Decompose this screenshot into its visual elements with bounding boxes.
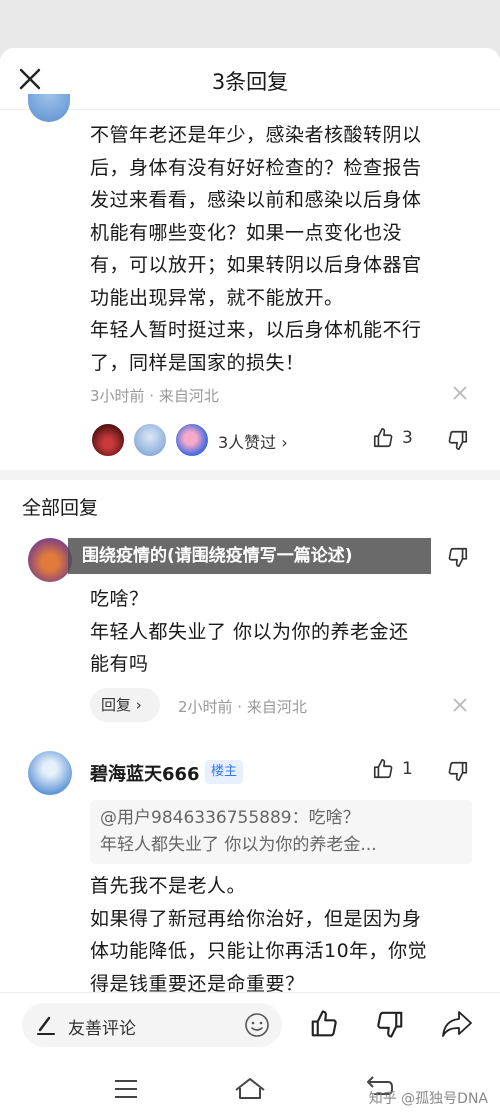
reply1-meta: 2小时前 · 来自河北 [178, 698, 307, 716]
reply1-text: 吃啥？ 年轻人都失业了 你以为你的养老金还 能有吗 [90, 588, 409, 675]
reply-sheet: 3条回复 不管年老还是年少，感染者核酸转阴以 后，身体有没有好好检查的？检查报告… [0, 48, 500, 1114]
all-replies-title: 全部回复 [22, 497, 99, 519]
dismiss-main-comment-button[interactable] [452, 384, 468, 404]
thumbs-down-icon [448, 761, 468, 781]
reply2-like-button[interactable]: 1 [372, 758, 413, 780]
reply2-dislike-button[interactable] [447, 760, 469, 782]
section-divider [0, 470, 500, 480]
bottom-dislike-button[interactable] [375, 1009, 405, 1039]
reply2-like-count: 1 [402, 759, 413, 779]
reply2-username[interactable]: 碧海蓝天666 [90, 760, 200, 786]
reply1-reply-button[interactable]: 回复 › [90, 688, 160, 722]
reply1-dislike-button[interactable] [447, 546, 469, 568]
quote-line: 年轻人都失业了 你以为你的养老金... [100, 835, 377, 855]
sheet-header: 3条回复 [0, 48, 500, 110]
overlay-banner: 围绕疫情的(请围绕疫情写一篇论述) [68, 538, 431, 574]
thumbs-up-icon [373, 759, 393, 779]
main-comment-dislike-button[interactable] [447, 429, 469, 451]
sheet-title: 3条回复 [211, 70, 289, 94]
bottom-share-button[interactable] [441, 1009, 473, 1039]
bottom-action-bar: 友善评论 [0, 992, 500, 1066]
reply2-avatar[interactable] [28, 751, 72, 795]
main-comment-like-count: 3 [402, 428, 413, 448]
reply2-quote[interactable]: @用户9846336755889：吃啥？ 年轻人都失业了 你以为你的养老金... [90, 800, 472, 864]
quote-line: @用户9846336755889：吃啥？ [100, 808, 360, 828]
likers-avatars[interactable] [90, 422, 216, 458]
thumbs-down-icon [377, 1011, 403, 1038]
main-comment-like-button[interactable]: 3 [372, 427, 413, 449]
bottom-like-button[interactable] [309, 1009, 339, 1039]
thumbs-down-icon [448, 547, 468, 567]
comment-placeholder: 友善评论 [68, 1019, 136, 1039]
close-icon [453, 698, 467, 712]
thumbs-down-icon [448, 430, 468, 450]
thumbs-up-icon [373, 428, 393, 448]
comment-input[interactable]: 友善评论 [22, 1003, 282, 1047]
thumbs-up-icon [311, 1010, 337, 1037]
reply1-avatar[interactable] [28, 538, 72, 582]
main-comment-text: 不管年老还是年少，感染者核酸转阴以 后，身体有没有好好检查的？检查报告 发过来看… [90, 124, 422, 374]
liker-avatar [174, 422, 210, 458]
dismiss-reply1-button[interactable] [452, 696, 468, 716]
likes-summary-link[interactable]: 3人赞过 › [218, 429, 288, 453]
op-badge: 楼主 [205, 760, 243, 784]
emoji-icon[interactable] [244, 1012, 270, 1038]
main-comment-meta: 3小时前 · 来自河北 [90, 387, 219, 405]
close-icon [453, 386, 467, 400]
reply2-text: 首先我不是老人。 如果得了新冠再给你治好，但是因为身 体功能降低，只能让你再活1… [90, 875, 428, 995]
liker-avatar [132, 422, 168, 458]
main-comment-avatar[interactable] [28, 94, 70, 122]
pen-icon [37, 1016, 55, 1035]
home-icon[interactable] [234, 1076, 266, 1100]
share-icon [442, 1011, 472, 1037]
menu-icon[interactable] [113, 1078, 139, 1100]
liker-avatar [90, 422, 126, 458]
watermark: 知乎 @孤独号DNA [368, 1091, 488, 1107]
